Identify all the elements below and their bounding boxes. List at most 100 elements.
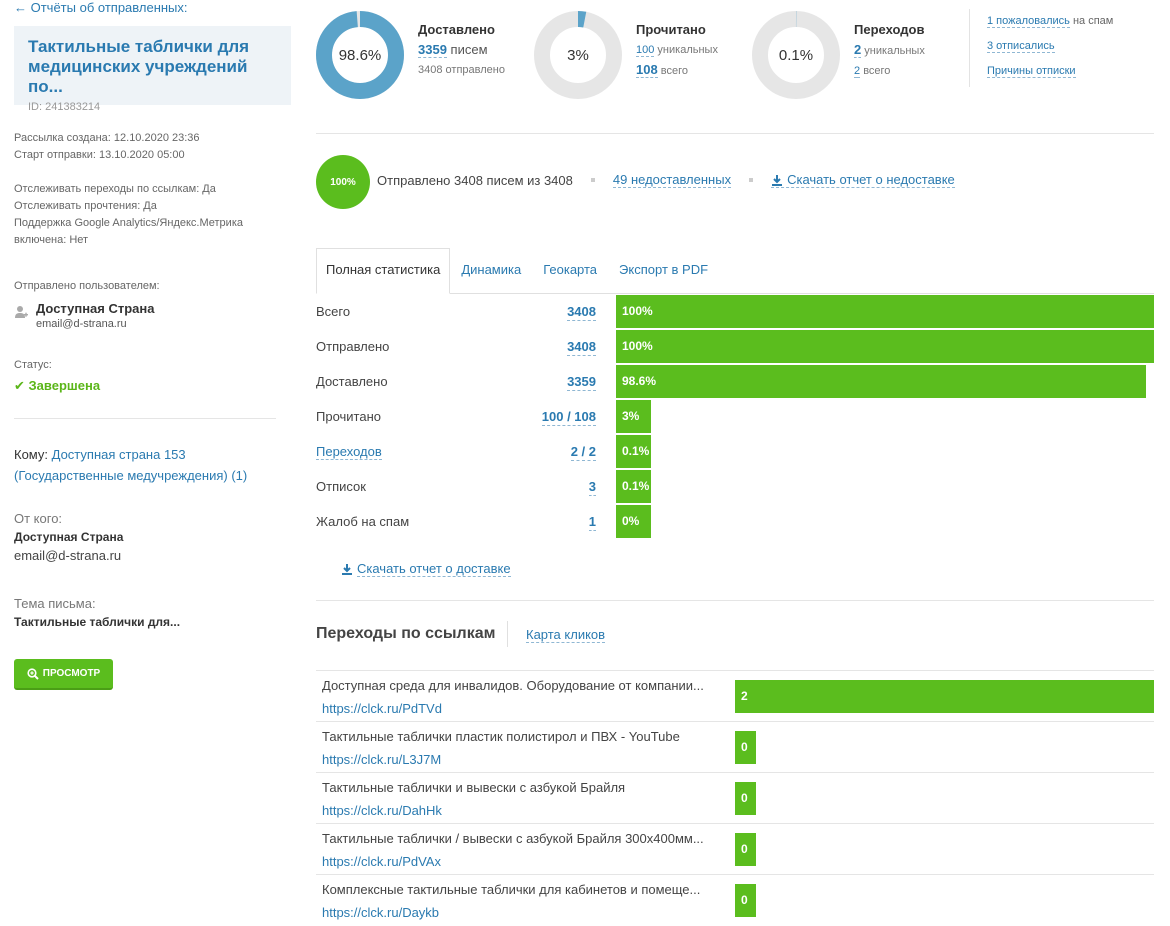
delivered-count[interactable]: 3359 <box>418 42 447 58</box>
delivered-summary: Доставлено 3359 писем 3408 отправлено <box>418 20 505 80</box>
clicks-donut: 0.1% <box>752 11 840 99</box>
subject-value: Тактильные таблички для... <box>14 615 181 629</box>
back-to-reports-link[interactable]: ← Отчёты об отправленных: <box>14 0 188 15</box>
clicks-total-count[interactable]: 2 <box>854 65 861 78</box>
link-click-bar: 0 <box>735 782 756 815</box>
separator-dot <box>590 178 595 182</box>
stats-row-value[interactable]: 3408 <box>567 304 596 321</box>
sent-by-name: Доступная Страна <box>36 301 155 316</box>
subject-block: Тема письма: Тактильные таблички для... <box>14 596 180 629</box>
link-title: Тактильные таблички пластик полистирол и… <box>322 729 680 744</box>
stats-row-bar: 100% <box>616 330 1154 363</box>
link-url[interactable]: https://clck.ru/DahHk <box>322 803 442 818</box>
read-unique-count[interactable]: 100 <box>636 44 655 57</box>
read-total-suffix: всего <box>660 65 688 77</box>
link-click-row: Комплексные тактильные таблички для каби… <box>316 874 1154 925</box>
stats-row-value[interactable]: 2 / 2 <box>570 444 596 461</box>
recipient-list-link[interactable]: Доступная страна 153 (Государственные ме… <box>14 447 247 483</box>
link-click-row: Тактильные таблички / вывески с азбукой … <box>316 823 1154 874</box>
divider <box>316 600 1154 601</box>
sent-by-block: Отправлено пользователем: Доступная Стра… <box>14 278 160 330</box>
from-label: От кого: <box>14 511 63 526</box>
clicks-unique-count[interactable]: 2 <box>854 42 862 58</box>
sent-by-user: Доступная Страна email@d-strana.ru <box>14 301 160 330</box>
separator-dot <box>749 178 754 182</box>
stats-row-bar: 3% <box>616 400 651 433</box>
link-url[interactable]: https://clck.ru/PdVAx <box>322 854 441 869</box>
link-title: Тактильные таблички / вывески с азбукой … <box>322 831 704 846</box>
delivered-title: Доставлено <box>418 22 495 37</box>
link-url[interactable]: https://clck.ru/L3J7M <box>322 752 441 767</box>
link-title: Тактильные таблички и вывески с азбукой … <box>322 780 626 795</box>
spam-complaints-link[interactable]: 1 пожаловались <box>987 15 1070 28</box>
preview-button[interactable]: ПРОСМОТР <box>14 659 113 690</box>
stats-row-label[interactable]: Переходов <box>316 444 382 460</box>
read-unique-suffix: уникальных <box>657 44 718 56</box>
tab-geomap[interactable]: Геокарта <box>532 262 608 293</box>
campaign-id: ID: 241383214 <box>28 101 101 113</box>
download-icon <box>342 564 352 575</box>
link-title: Комплексные тактильные таблички для каби… <box>322 882 701 897</box>
divider <box>316 133 1154 134</box>
zoom-icon <box>27 667 39 680</box>
campaign-header: Тактильные таблички для медицинских учре… <box>14 26 291 113</box>
complaints-links: 1 пожаловались на спам 3 отписались Прич… <box>969 9 1113 87</box>
from-name: Доступная Страна <box>14 530 124 544</box>
link-click-bar: 0 <box>735 731 756 764</box>
unsubscribes-link[interactable]: 3 отписались <box>987 40 1055 53</box>
link-clicks-title: Переходы по ссылкам <box>316 625 496 642</box>
campaign-title: Тактильные таблички для медицинских учре… <box>28 37 250 96</box>
preview-button-label: ПРОСМОТР <box>42 668 101 679</box>
stats-row-bar: 100% <box>616 295 1154 328</box>
from-email: email@d-strana.ru <box>14 548 122 563</box>
stats-row: Отписок 3 0.1% <box>316 469 1154 504</box>
stats-row-value[interactable]: 1 <box>588 514 596 531</box>
clicks-total-suffix: всего <box>863 65 891 77</box>
subject-label: Тема письма: <box>14 596 96 611</box>
stats-row-label: Отписок <box>316 479 366 494</box>
stats-row: Прочитано 100 / 108 3% <box>316 399 1154 434</box>
download-undelivered-link[interactable]: Скачать отчет о недоставке <box>771 172 955 188</box>
user-icon <box>15 306 28 318</box>
title-separator <box>507 621 508 647</box>
link-click-bar: 0 <box>735 833 756 866</box>
link-url[interactable]: https://clck.ru/PdTVd <box>322 701 442 716</box>
link-title: Доступная среда для инвалидов. Оборудова… <box>322 678 704 693</box>
undelivered-link[interactable]: 49 недоставленных <box>612 172 732 188</box>
stats-row-value[interactable]: 3359 <box>567 374 596 391</box>
donut-percent: 98.6% <box>339 47 382 64</box>
unsubscribe-reasons-link[interactable]: Причины отписки <box>987 65 1076 78</box>
download-delivery-report-link[interactable]: Скачать отчет о доставке <box>341 561 511 577</box>
link-url[interactable]: https://clck.ru/Daykb <box>322 905 439 920</box>
analytics-enabled: включена: Нет <box>14 234 89 246</box>
link-click-bar: 2 <box>735 680 1154 713</box>
sent-count: 3408 отправлено <box>418 64 505 76</box>
clicks-unique-suffix: уникальных <box>864 45 925 57</box>
stats-row-value[interactable]: 100 / 108 <box>541 409 596 426</box>
download-undelivered-label: Скачать отчет о недоставке <box>787 172 955 187</box>
read-summary: Прочитано 100 уникальных 108 всего <box>636 20 718 81</box>
click-map-link[interactable]: Карта кликов <box>526 627 606 643</box>
stats-row: Доставлено 3359 98.6% <box>316 364 1154 399</box>
stats-row-bar: 0.1% <box>616 470 651 503</box>
download-icon <box>772 174 783 186</box>
sent-by-email: email@d-strana.ru <box>36 318 127 330</box>
sidebar-divider <box>14 418 276 419</box>
donut-percent: 0.1% <box>779 47 813 64</box>
read-total-count[interactable]: 108 <box>636 62 658 78</box>
stats-row-value[interactable]: 3408 <box>567 339 596 356</box>
read-donut: 3% <box>534 11 622 99</box>
sending-progress: Отправлено 3408 писем из 3408 49 недоста… <box>377 172 955 188</box>
stats-row-label: Всего <box>316 304 351 319</box>
stats-row-value[interactable]: 3 <box>588 479 596 496</box>
analytics-support: Поддержка Google Analytics/Яндекс.Метрик… <box>14 217 243 229</box>
clicks-title: Переходов <box>854 22 925 37</box>
tab-export-pdf[interactable]: Экспорт в PDF <box>608 262 719 293</box>
download-delivery-label: Скачать отчет о доставке <box>357 561 511 577</box>
from-block: От кого: Доступная Страна email@d-strana… <box>14 511 123 563</box>
tab-full-stats[interactable]: Полная статистика <box>316 248 451 294</box>
tab-dynamics[interactable]: Динамика <box>450 262 532 293</box>
sent-by-label: Отправлено пользователем: <box>14 280 160 292</box>
recipients-block: Кому: Доступная страна 153 (Государствен… <box>14 444 276 486</box>
link-click-bar: 0 <box>735 884 756 917</box>
